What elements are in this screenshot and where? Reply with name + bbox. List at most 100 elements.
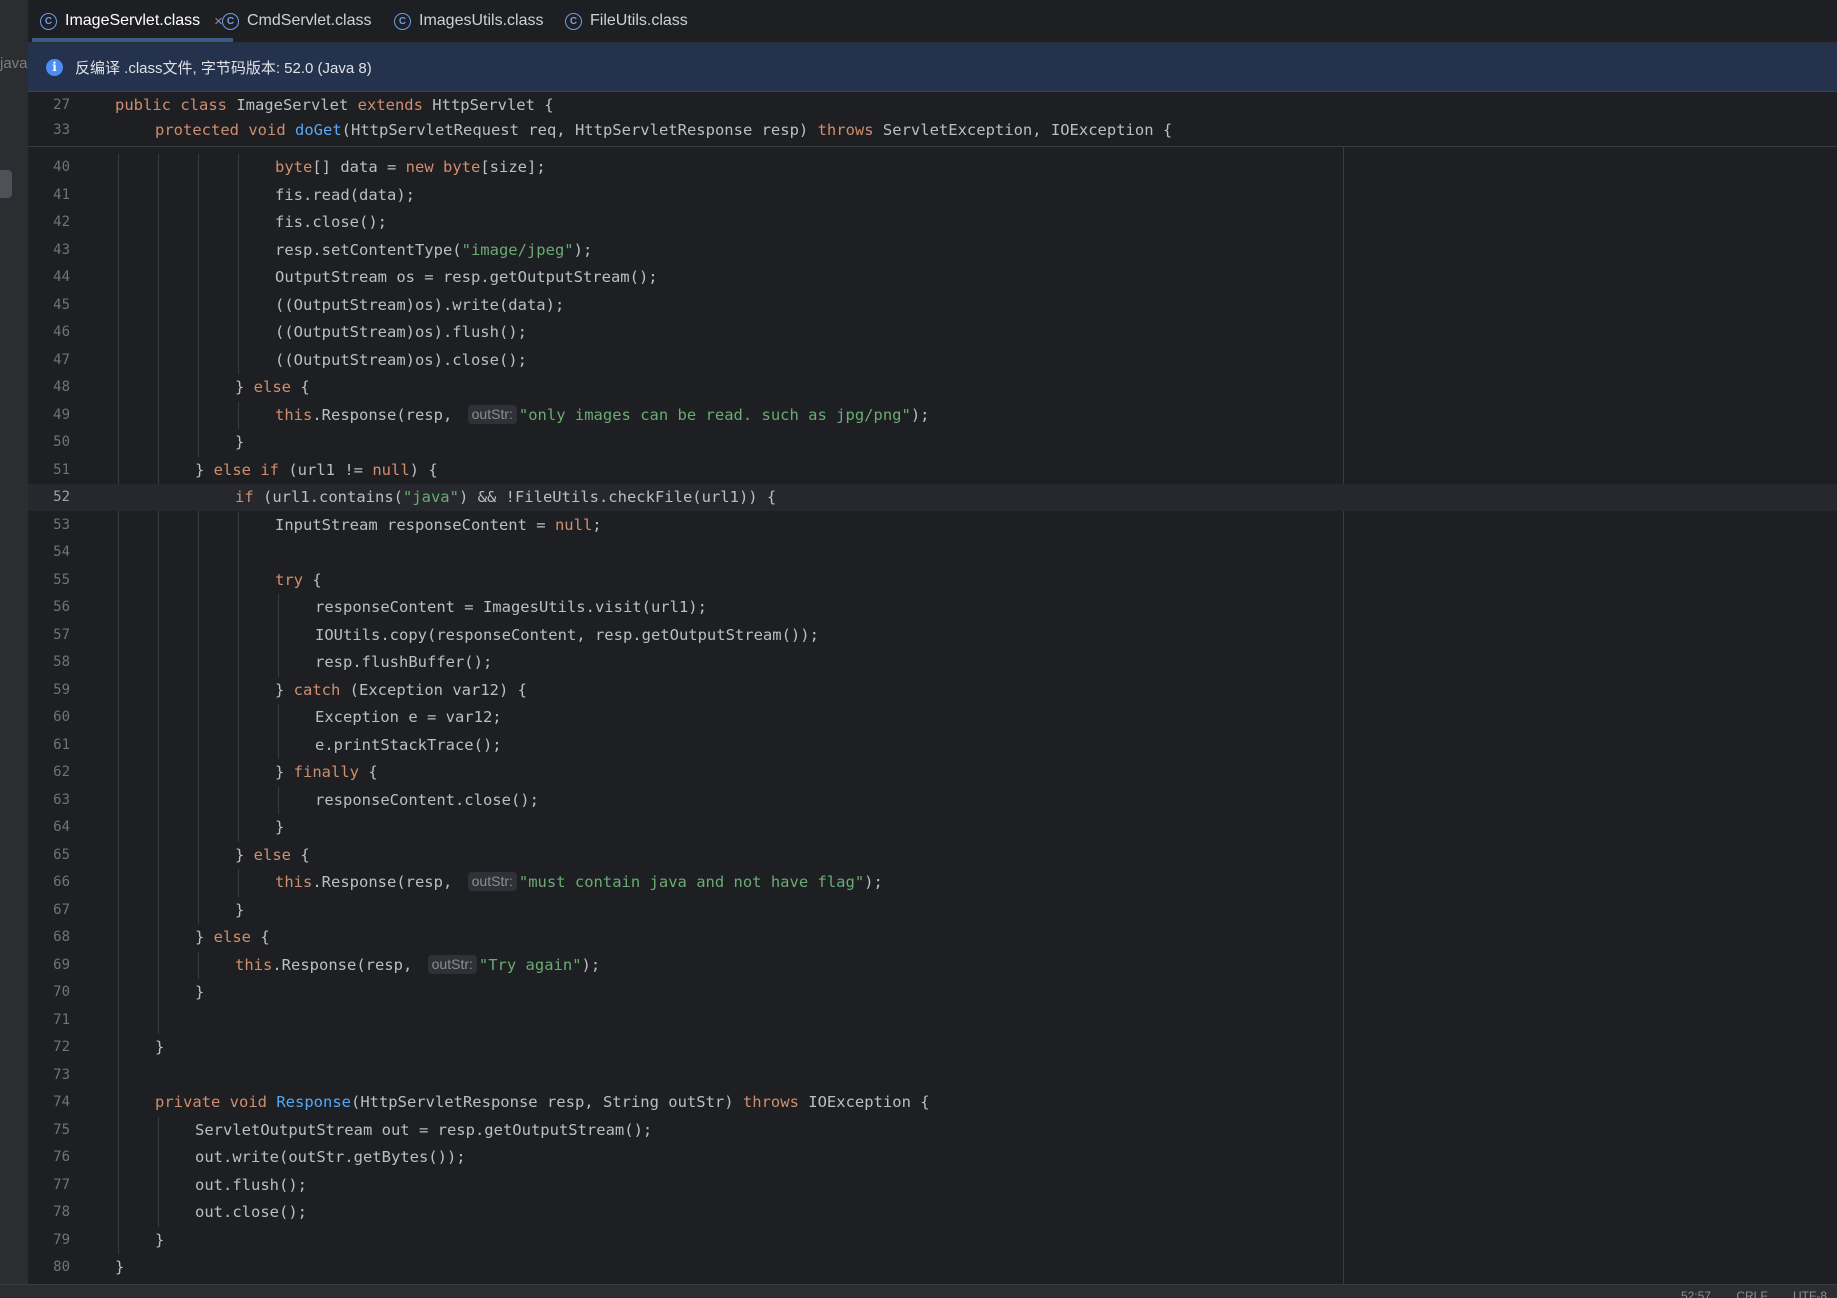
code-line[interactable]: 44 OutputStream os = resp.getOutputStream… [28, 264, 1837, 291]
line-number: 78 [53, 1204, 70, 1220]
code-line[interactable]: 47 ((OutputStream)os).close(); [28, 347, 1837, 374]
line-code: } else { [235, 378, 310, 396]
code-line[interactable]: 75 ServletOutputStream out = resp.getOutp… [28, 1117, 1837, 1144]
class-icon: C [222, 12, 239, 30]
line-code: IOUtils.copy(responseContent, resp.getOu… [315, 625, 819, 644]
tab-imagesutils[interactable]: C ImagesUtils.class [394, 0, 543, 42]
code-line[interactable]: 48} else { [28, 374, 1837, 401]
tab-label: ImageServlet.class [65, 12, 201, 29]
line-code: ((OutputStream)os).flush(); [275, 323, 527, 341]
line-number: 27 [53, 97, 70, 113]
line-separator[interactable]: CRLF [1736, 1289, 1767, 1298]
code-line[interactable]: 79} [28, 1227, 1837, 1254]
info-icon: i [46, 58, 63, 76]
code-line[interactable]: 46 ((OutputStream)os).flush(); [28, 319, 1837, 346]
code-line[interactable]: 27 public class ImageServlet extends Http… [28, 92, 1837, 119]
code-line[interactable]: 50} [28, 429, 1837, 456]
caret-position[interactable]: 52:57 [1681, 1289, 1711, 1298]
code-line[interactable]: 59} catch (Exception var12) { [28, 677, 1837, 704]
line-code: try { [275, 570, 322, 589]
line-number: 68 [53, 929, 70, 945]
line-number: 63 [53, 791, 70, 808]
line-code: public class ImageServlet extends HttpSe… [115, 96, 554, 114]
class-icon: C [394, 12, 411, 30]
line-code: ((OutputStream)os).write(data); [275, 295, 565, 314]
code-line[interactable]: 80} [28, 1254, 1837, 1281]
tool-window-marker[interactable] [0, 170, 12, 198]
project-path-crumb[interactable]: java [0, 55, 28, 72]
class-icon: C [40, 12, 57, 30]
line-code: } [155, 1038, 165, 1056]
code-line[interactable]: 49 this.Response(resp, outStr: "only image… [28, 402, 1837, 429]
line-code: } finally { [275, 763, 378, 781]
code-line[interactable]: 33 protected void doGet(HttpServletReques… [28, 117, 1837, 144]
line-number: 66 [53, 874, 70, 890]
line-number: 33 [53, 122, 70, 138]
code-line[interactable]: 76 out.write(outStr.getBytes()); [28, 1144, 1837, 1171]
line-code: if (url1.contains("java") && !FileUtils.… [235, 488, 777, 506]
tab-label: FileUtils.class [590, 12, 688, 29]
line-code: } else { [195, 928, 270, 946]
code-line[interactable]: 62 } finally { [28, 759, 1837, 786]
line-number: 62 [53, 764, 70, 780]
line-number: 73 [53, 1066, 70, 1083]
line-code: } [235, 900, 245, 919]
line-code: fis.read(data); [275, 185, 415, 204]
line-code: } [275, 818, 285, 836]
code-line[interactable]: 52 if (url1.contains("java") && !FileUtil… [28, 484, 1837, 511]
code-line[interactable]: 60 Exception e = var12; [28, 704, 1837, 731]
code-line[interactable]: 73 [28, 1062, 1837, 1089]
sticky-scroll-header[interactable]: 27 public class ImageServlet extends Http… [28, 92, 1837, 147]
tab-label: CmdServlet.class [247, 12, 372, 29]
code-line[interactable]: 72} [28, 1034, 1837, 1061]
code-line[interactable]: 66 this.Response(resp, outStr: "must conta… [28, 869, 1837, 896]
code-line[interactable]: 40 byte[] data = new byte[size]; [28, 154, 1837, 181]
line-number: 43 [53, 241, 70, 258]
line-number: 74 [53, 1094, 70, 1110]
code-line[interactable]: 53 InputStream responseContent = null; [28, 512, 1837, 539]
code-line[interactable]: 77 out.flush(); [28, 1172, 1837, 1199]
line-number: 54 [53, 544, 70, 560]
code-line[interactable]: 68 } else { [28, 924, 1837, 951]
status-bar: 52:57 CRLF UTF-8 [0, 1284, 1837, 1298]
file-encoding[interactable]: UTF-8 [1793, 1289, 1827, 1298]
line-code: } [235, 433, 245, 451]
code-editor[interactable]: 40 byte[] data = new byte[size]; 41 fis.rea… [28, 92, 1837, 1284]
code-line[interactable]: 74 private void Response(HttpServletRespo… [28, 1089, 1837, 1116]
code-line[interactable]: 43 resp.setContentType("image/jpeg"); [28, 237, 1837, 264]
line-number: 61 [53, 736, 70, 753]
line-code: fis.close(); [275, 213, 387, 231]
line-number: 58 [53, 654, 70, 670]
line-number: 77 [53, 1176, 70, 1193]
code-line[interactable]: 69 this.Response(resp, outStr: "Try again"… [28, 952, 1837, 979]
tab-cmdservlet[interactable]: C CmdServlet.class [222, 0, 371, 42]
tab-imageservlet[interactable]: C ImageServlet.class × [32, 0, 233, 42]
line-number: 80 [53, 1259, 70, 1275]
code-line[interactable]: 51} else if (url1 != null) { [28, 457, 1837, 484]
code-line[interactable]: 70} [28, 979, 1837, 1006]
code-line[interactable]: 63 responseContent.close(); [28, 787, 1837, 814]
code-line[interactable]: 71 [28, 1007, 1837, 1034]
code-line[interactable]: 65} else { [28, 842, 1837, 869]
left-tool-strip: java [0, 0, 29, 1298]
line-number: 40 [53, 159, 70, 175]
code-line[interactable]: 67} [28, 897, 1837, 924]
line-number: 46 [53, 324, 70, 340]
code-line[interactable]: 61 e.printStackTrace(); [28, 732, 1837, 759]
code-line[interactable]: 45 ((OutputStream)os).write(data); [28, 292, 1837, 319]
code-line[interactable]: 56 responseContent = ImagesUtils.visit(ur… [28, 594, 1837, 621]
code-line[interactable]: 55 try { [28, 567, 1837, 594]
code-line[interactable]: 41 fis.read(data); [28, 182, 1837, 209]
line-code: out.write(outStr.getBytes()); [195, 1148, 466, 1166]
line-code: } else { [235, 845, 310, 864]
code-line[interactable]: 78 out.close(); [28, 1199, 1837, 1226]
line-code: resp.setContentType("image/jpeg"); [275, 240, 593, 259]
code-line[interactable]: 54 [28, 539, 1837, 566]
code-line[interactable]: 57 IOUtils.copy(responseContent, resp.get… [28, 622, 1837, 649]
code-line[interactable]: 42 fis.close(); [28, 209, 1837, 236]
line-number: 79 [53, 1231, 70, 1248]
code-line[interactable]: 58 resp.flushBuffer(); [28, 649, 1837, 676]
code-line[interactable]: 64} [28, 814, 1837, 841]
line-number: 51 [53, 461, 70, 478]
tab-fileutils[interactable]: C FileUtils.class [565, 0, 688, 42]
